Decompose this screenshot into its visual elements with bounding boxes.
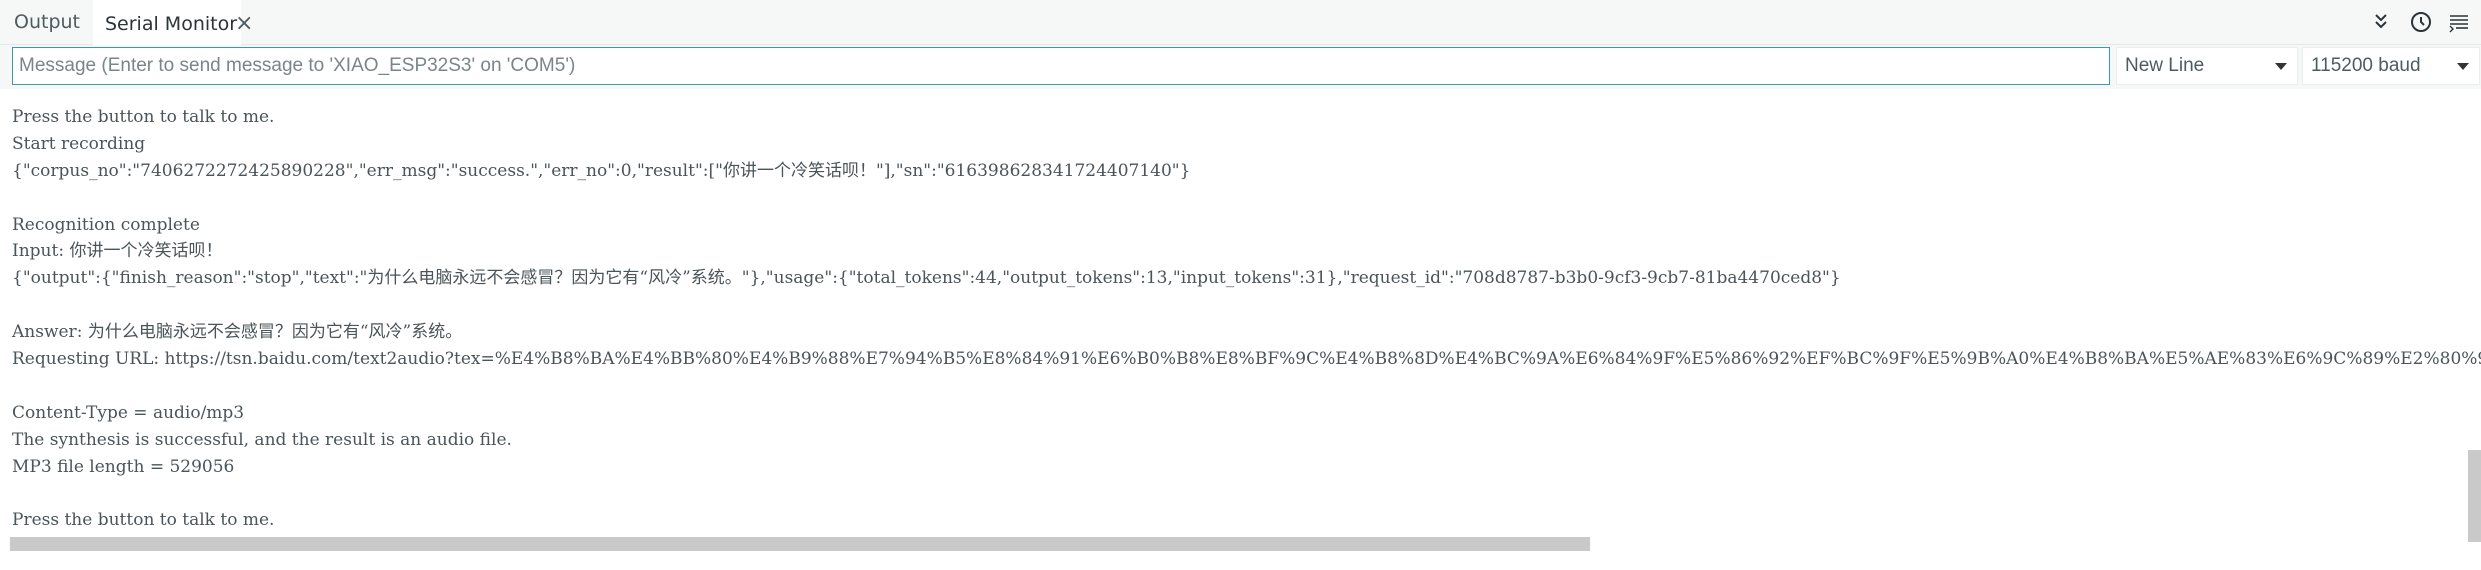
message-input[interactable]	[12, 47, 2110, 85]
close-icon[interactable]: ×	[235, 2, 253, 46]
baud-rate-value: 115200 baud	[2311, 55, 2421, 76]
log-line: Recognition complete	[12, 214, 200, 235]
panel-tab-bar: Output Serial Monitor ×	[0, 0, 2481, 45]
log-line: Input: 你讲一个冷笑话呗！	[12, 241, 223, 262]
vertical-scrollbar[interactable]	[2468, 450, 2481, 542]
log-line: {"output":{"finish_reason":"stop","text"…	[12, 268, 1841, 289]
clock-icon[interactable]	[2408, 9, 2434, 35]
line-ending-value: New Line	[2125, 55, 2205, 76]
tab-output[interactable]: Output	[14, 0, 80, 44]
tab-serial-monitor[interactable]: Serial Monitor ×	[93, 0, 253, 45]
log-line: Content-Type = audio/mp3	[12, 402, 245, 423]
serial-output-area[interactable]: Press the button to talk to me. Start rec…	[0, 90, 2481, 570]
log-line: MP3 file length = 529056	[12, 456, 235, 477]
line-ending-select[interactable]: New Line	[2116, 47, 2298, 85]
baud-rate-select[interactable]: 115200 baud	[2302, 47, 2480, 85]
log-line: Press the button to talk to me.	[12, 510, 275, 531]
chevron-down-icon	[2275, 63, 2287, 70]
log-line: {"corpus_no":"7406272272425890228","err_…	[12, 160, 1191, 181]
menu-lines-icon[interactable]	[2446, 9, 2472, 35]
horizontal-scrollbar[interactable]	[10, 537, 1590, 551]
log-line: Start recording	[12, 133, 146, 154]
chevron-down-icon	[2457, 63, 2469, 70]
log-line: Press the button to talk to me.	[12, 107, 275, 127]
log-line: Answer: 为什么电脑永远不会感冒？因为它有“风冷”系统。	[12, 322, 463, 343]
log-line: Requesting URL: https://tsn.baidu.com/te…	[12, 349, 2481, 370]
serial-input-row: New Line 115200 baud	[0, 45, 2481, 89]
log-line: The synthesis is successful, and the res…	[12, 429, 512, 450]
serial-log: Press the button to talk to me. Start rec…	[12, 104, 2481, 534]
tab-serial-monitor-label: Serial Monitor	[105, 13, 238, 35]
double-chevron-down-icon[interactable]	[2368, 9, 2394, 35]
